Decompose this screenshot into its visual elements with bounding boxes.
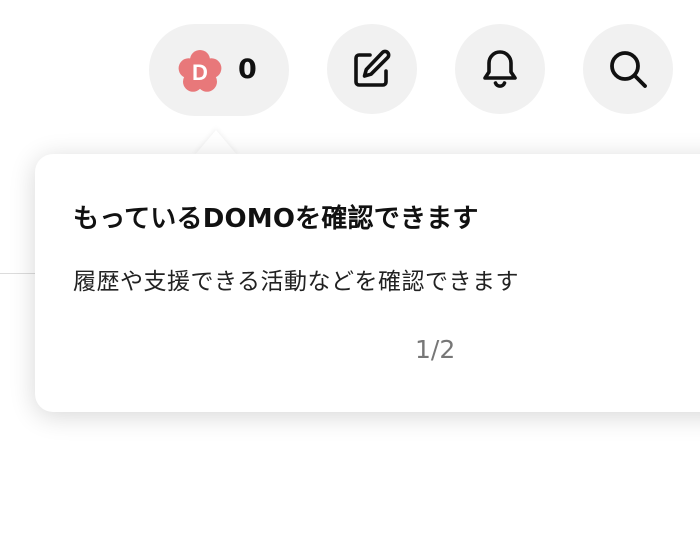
edit-button[interactable]	[327, 24, 417, 114]
search-icon	[610, 51, 647, 88]
bell-icon	[483, 50, 517, 88]
domo-badge-letter: D	[192, 60, 208, 85]
search-button[interactable]	[583, 24, 673, 114]
popover-description: 履歴や支援できる活動などを確認できます	[73, 269, 520, 295]
domo-badge-icon: D	[178, 50, 222, 94]
popover-page-indicator: 1/2	[415, 335, 456, 364]
popover-arrow	[194, 130, 238, 156]
domo-count: 0	[238, 54, 257, 85]
notifications-button[interactable]	[455, 24, 545, 114]
screen: D 0 もっているDOMOを確認できます 履歴や支援できる活動などを確認できます…	[0, 0, 700, 560]
edit-icon	[354, 49, 391, 87]
domo-balance-button[interactable]: D 0	[149, 24, 289, 116]
tutorial-popover: もっているDOMOを確認できます 履歴や支援できる活動などを確認できます 1/2	[35, 154, 700, 412]
popover-title: もっているDOMOを確認できます	[73, 204, 479, 234]
